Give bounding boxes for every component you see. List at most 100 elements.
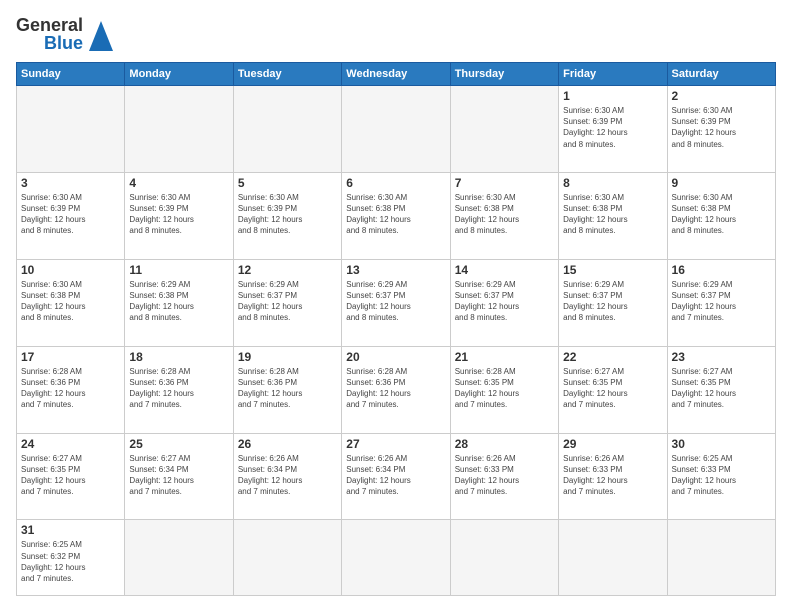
week-row-4: 24 Sunrise: 6:27 AM Sunset: 6:35 PM Dayli… bbox=[17, 433, 776, 520]
calendar-cell: 14 Sunrise: 6:29 AM Sunset: 6:37 PM Dayli… bbox=[450, 259, 558, 346]
day-info: Sunrise: 6:29 AM Sunset: 6:37 PM Dayligh… bbox=[672, 279, 771, 324]
day-info: Sunrise: 6:30 AM Sunset: 6:39 PM Dayligh… bbox=[672, 105, 771, 150]
calendar-cell: 17 Sunrise: 6:28 AM Sunset: 6:36 PM Dayli… bbox=[17, 346, 125, 433]
logo: General Blue bbox=[16, 16, 113, 52]
calendar-cell bbox=[667, 520, 775, 596]
day-info: Sunrise: 6:29 AM Sunset: 6:38 PM Dayligh… bbox=[129, 279, 228, 324]
day-info: Sunrise: 6:26 AM Sunset: 6:34 PM Dayligh… bbox=[346, 453, 445, 498]
calendar-cell: 10Sunrise: 6:30 AM Sunset: 6:38 PM Dayli… bbox=[17, 259, 125, 346]
calendar-cell: 22 Sunrise: 6:27 AM Sunset: 6:35 PM Dayli… bbox=[559, 346, 667, 433]
day-number: 24 bbox=[21, 437, 120, 451]
day-number: 2 bbox=[672, 89, 771, 103]
day-info: Sunrise: 6:30 AM Sunset: 6:39 PM Dayligh… bbox=[21, 192, 120, 237]
calendar-cell bbox=[233, 520, 341, 596]
day-number: 4 bbox=[129, 176, 228, 190]
day-number: 19 bbox=[238, 350, 337, 364]
day-info: Sunrise: 6:30 AM Sunset: 6:39 PM Dayligh… bbox=[563, 105, 662, 150]
day-number: 29 bbox=[563, 437, 662, 451]
calendar-cell: 11 Sunrise: 6:29 AM Sunset: 6:38 PM Dayli… bbox=[125, 259, 233, 346]
day-info: Sunrise: 6:28 AM Sunset: 6:36 PM Dayligh… bbox=[129, 366, 228, 411]
calendar-cell bbox=[342, 86, 450, 173]
calendar-cell: 19 Sunrise: 6:28 AM Sunset: 6:36 PM Dayli… bbox=[233, 346, 341, 433]
page: General Blue SundayMondayTuesdayWednesda… bbox=[0, 0, 792, 612]
day-number: 31 bbox=[21, 523, 120, 537]
day-info: Sunrise: 6:27 AM Sunset: 6:35 PM Dayligh… bbox=[21, 453, 120, 498]
day-number: 15 bbox=[563, 263, 662, 277]
day-number: 6 bbox=[346, 176, 445, 190]
day-number: 22 bbox=[563, 350, 662, 364]
calendar-cell: 18 Sunrise: 6:28 AM Sunset: 6:36 PM Dayli… bbox=[125, 346, 233, 433]
day-number: 14 bbox=[455, 263, 554, 277]
day-info: Sunrise: 6:29 AM Sunset: 6:37 PM Dayligh… bbox=[563, 279, 662, 324]
calendar-cell: 9 Sunrise: 6:30 AM Sunset: 6:38 PM Daylig… bbox=[667, 172, 775, 259]
calendar: SundayMondayTuesdayWednesdayThursdayFrid… bbox=[16, 62, 776, 596]
day-number: 21 bbox=[455, 350, 554, 364]
calendar-cell: 23 Sunrise: 6:27 AM Sunset: 6:35 PM Dayli… bbox=[667, 346, 775, 433]
day-info: Sunrise: 6:30 AM Sunset: 6:38 PM Dayligh… bbox=[672, 192, 771, 237]
weekday-header-row: SundayMondayTuesdayWednesdayThursdayFrid… bbox=[17, 63, 776, 86]
calendar-cell bbox=[125, 520, 233, 596]
day-number: 13 bbox=[346, 263, 445, 277]
day-number: 26 bbox=[238, 437, 337, 451]
calendar-cell bbox=[17, 86, 125, 173]
calendar-cell: 30 Sunrise: 6:25 AM Sunset: 6:33 PM Dayli… bbox=[667, 433, 775, 520]
calendar-cell: 28Sunrise: 6:26 AM Sunset: 6:33 PM Dayli… bbox=[450, 433, 558, 520]
day-number: 3 bbox=[21, 176, 120, 190]
weekday-header-saturday: Saturday bbox=[667, 63, 775, 86]
calendar-cell bbox=[233, 86, 341, 173]
calendar-cell bbox=[450, 86, 558, 173]
week-row-2: 10Sunrise: 6:30 AM Sunset: 6:38 PM Dayli… bbox=[17, 259, 776, 346]
calendar-cell: 29 Sunrise: 6:26 AM Sunset: 6:33 PM Dayli… bbox=[559, 433, 667, 520]
day-number: 11 bbox=[129, 263, 228, 277]
calendar-cell: 24 Sunrise: 6:27 AM Sunset: 6:35 PM Dayli… bbox=[17, 433, 125, 520]
day-number: 10 bbox=[21, 263, 120, 277]
calendar-cell: 3 Sunrise: 6:30 AM Sunset: 6:39 PM Daylig… bbox=[17, 172, 125, 259]
weekday-header-tuesday: Tuesday bbox=[233, 63, 341, 86]
day-info: Sunrise: 6:28 AM Sunset: 6:36 PM Dayligh… bbox=[21, 366, 120, 411]
day-number: 5 bbox=[238, 176, 337, 190]
day-number: 30 bbox=[672, 437, 771, 451]
week-row-3: 17 Sunrise: 6:28 AM Sunset: 6:36 PM Dayli… bbox=[17, 346, 776, 433]
logo-general-text: General bbox=[16, 16, 83, 34]
logo-triangle-icon bbox=[89, 21, 113, 51]
calendar-cell: 6 Sunrise: 6:30 AM Sunset: 6:38 PM Daylig… bbox=[342, 172, 450, 259]
calendar-cell: 27Sunrise: 6:26 AM Sunset: 6:34 PM Dayli… bbox=[342, 433, 450, 520]
day-info: Sunrise: 6:26 AM Sunset: 6:33 PM Dayligh… bbox=[563, 453, 662, 498]
calendar-cell bbox=[559, 520, 667, 596]
day-number: 7 bbox=[455, 176, 554, 190]
calendar-cell: 26Sunrise: 6:26 AM Sunset: 6:34 PM Dayli… bbox=[233, 433, 341, 520]
calendar-cell: 16 Sunrise: 6:29 AM Sunset: 6:37 PM Dayli… bbox=[667, 259, 775, 346]
week-row-5: 31Sunrise: 6:25 AM Sunset: 6:32 PM Dayli… bbox=[17, 520, 776, 596]
day-info: Sunrise: 6:27 AM Sunset: 6:35 PM Dayligh… bbox=[563, 366, 662, 411]
calendar-cell bbox=[342, 520, 450, 596]
day-info: Sunrise: 6:28 AM Sunset: 6:36 PM Dayligh… bbox=[346, 366, 445, 411]
day-info: Sunrise: 6:29 AM Sunset: 6:37 PM Dayligh… bbox=[346, 279, 445, 324]
day-info: Sunrise: 6:30 AM Sunset: 6:39 PM Dayligh… bbox=[238, 192, 337, 237]
day-number: 16 bbox=[672, 263, 771, 277]
day-number: 23 bbox=[672, 350, 771, 364]
day-info: Sunrise: 6:30 AM Sunset: 6:38 PM Dayligh… bbox=[455, 192, 554, 237]
weekday-header-wednesday: Wednesday bbox=[342, 63, 450, 86]
week-row-0: 1Sunrise: 6:30 AM Sunset: 6:39 PM Daylig… bbox=[17, 86, 776, 173]
day-info: Sunrise: 6:25 AM Sunset: 6:33 PM Dayligh… bbox=[672, 453, 771, 498]
week-row-1: 3 Sunrise: 6:30 AM Sunset: 6:39 PM Daylig… bbox=[17, 172, 776, 259]
day-number: 9 bbox=[672, 176, 771, 190]
day-info: Sunrise: 6:28 AM Sunset: 6:35 PM Dayligh… bbox=[455, 366, 554, 411]
weekday-header-sunday: Sunday bbox=[17, 63, 125, 86]
day-number: 8 bbox=[563, 176, 662, 190]
day-info: Sunrise: 6:27 AM Sunset: 6:35 PM Dayligh… bbox=[672, 366, 771, 411]
calendar-cell bbox=[125, 86, 233, 173]
calendar-cell: 2 Sunrise: 6:30 AM Sunset: 6:39 PM Daylig… bbox=[667, 86, 775, 173]
day-info: Sunrise: 6:30 AM Sunset: 6:38 PM Dayligh… bbox=[563, 192, 662, 237]
day-info: Sunrise: 6:29 AM Sunset: 6:37 PM Dayligh… bbox=[455, 279, 554, 324]
calendar-cell: 4Sunrise: 6:30 AM Sunset: 6:39 PM Daylig… bbox=[125, 172, 233, 259]
calendar-cell: 1Sunrise: 6:30 AM Sunset: 6:39 PM Daylig… bbox=[559, 86, 667, 173]
day-info: Sunrise: 6:30 AM Sunset: 6:38 PM Dayligh… bbox=[346, 192, 445, 237]
weekday-header-thursday: Thursday bbox=[450, 63, 558, 86]
day-number: 18 bbox=[129, 350, 228, 364]
logo-blue-text: Blue bbox=[44, 34, 83, 52]
day-number: 17 bbox=[21, 350, 120, 364]
day-number: 20 bbox=[346, 350, 445, 364]
day-info: Sunrise: 6:28 AM Sunset: 6:36 PM Dayligh… bbox=[238, 366, 337, 411]
day-number: 28 bbox=[455, 437, 554, 451]
